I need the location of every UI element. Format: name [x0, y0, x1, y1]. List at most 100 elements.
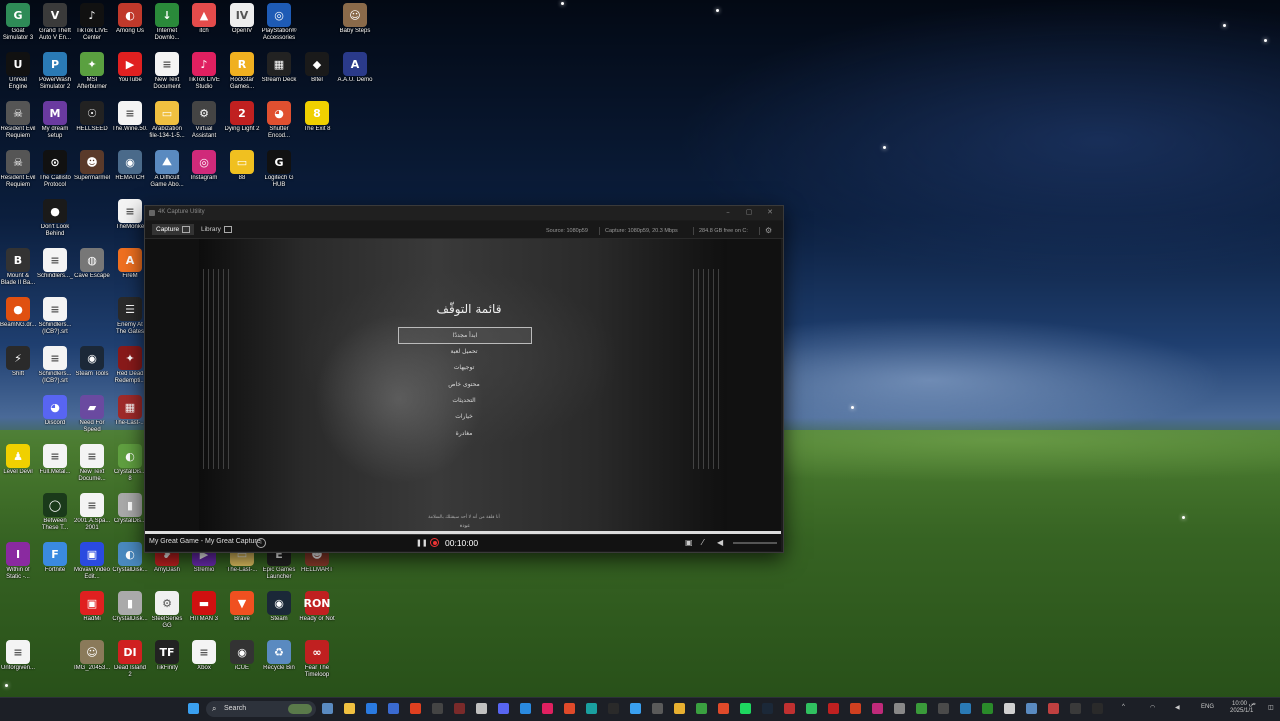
taskbar-app-icon[interactable]: [454, 703, 465, 714]
desktop-icon[interactable]: ◍ Cave Escape: [74, 248, 110, 280]
desktop-icon[interactable]: ☺ IMG_20453...: [74, 640, 110, 672]
taskbar-app-icon[interactable]: [652, 703, 663, 714]
taskbar-app-icon[interactable]: [344, 703, 355, 714]
taskbar-app-icon[interactable]: [410, 703, 421, 714]
info-icon[interactable]: i: [256, 538, 266, 548]
desktop-icon[interactable]: ≡ Xbox: [186, 640, 222, 672]
menu-item-load-game[interactable]: تحميل لعبة: [398, 346, 530, 357]
volume-slider[interactable]: [733, 542, 777, 544]
desktop-icon[interactable]: ▭ 88: [224, 150, 260, 182]
desktop-icon[interactable]: ≡ New Text Docume...: [74, 444, 110, 483]
desktop-icon[interactable]: P PowerWash Simulator 2: [37, 52, 73, 91]
tray-volume-icon[interactable]: ◀: [1175, 704, 1180, 711]
desktop-icon[interactable]: ◎ PlayStation® Accessories: [261, 3, 297, 42]
screenshot-icon[interactable]: ▣: [685, 538, 693, 547]
language-indicator[interactable]: ENG: [1201, 704, 1214, 710]
taskbar-app-icon[interactable]: [498, 703, 509, 714]
tab-capture[interactable]: Capture: [152, 224, 195, 235]
desktop-icon[interactable]: ☺ Baby Steps: [337, 3, 373, 35]
taskbar-app-icon[interactable]: [608, 703, 619, 714]
taskbar-app-icon[interactable]: [366, 703, 377, 714]
window-titlebar[interactable]: 4K Capture Utility – ▢ ✕: [145, 206, 783, 220]
desktop-icon[interactable]: ≡ TheMonke: [112, 199, 148, 231]
desktop-icon[interactable]: A FireM: [112, 248, 148, 280]
desktop-icon[interactable]: ▦ The-Last-...: [112, 395, 148, 427]
recording-name[interactable]: My Great Game - My Great Capture: [149, 538, 261, 545]
desktop-icon[interactable]: ⚙ SteelSeries GG: [149, 591, 185, 630]
desktop-icon[interactable]: ▮ CrystalDis...: [112, 493, 148, 525]
taskbar-app-icon[interactable]: [1048, 703, 1059, 714]
taskbar-app-icon[interactable]: [696, 703, 707, 714]
taskbar-app-icon[interactable]: [476, 703, 487, 714]
menu-item-special-content[interactable]: محتوى خاص: [398, 379, 530, 390]
desktop-icon[interactable]: ≡ New Text Document: [149, 52, 185, 91]
taskbar-app-icon[interactable]: [872, 703, 883, 714]
clock-time[interactable]: ص 10:00: [1232, 700, 1256, 707]
recording-progress-bar[interactable]: [145, 531, 781, 534]
maximize-icon[interactable]: ▢: [742, 208, 756, 218]
desktop-icon[interactable]: G Goat Simulator 3: [0, 3, 36, 42]
desktop-icon[interactable]: ↓ Internet Downlo...: [149, 3, 185, 42]
desktop-icon[interactable]: ◕ Shutter Encod...: [261, 101, 297, 140]
menu-item-restart[interactable]: ابدأ مجددًا: [398, 327, 532, 344]
notifications-icon[interactable]: ◫: [1268, 704, 1274, 711]
desktop-icon[interactable]: I Within of Static -...: [0, 542, 36, 581]
taskbar-app-icon[interactable]: [1026, 703, 1037, 714]
desktop-icon[interactable]: ◐ CrystalDis... 8: [112, 444, 148, 483]
capture-utility-window[interactable]: 4K Capture Utility – ▢ ✕ Capture Library…: [144, 205, 784, 553]
desktop-icon[interactable]: ☠ Resident Evil Requiem: [0, 101, 36, 140]
taskbar-app-icon[interactable]: [1070, 703, 1081, 714]
desktop-icon[interactable]: ▦ Stream Deck: [261, 52, 297, 84]
desktop-icon[interactable]: ☻ Supermarmel: [74, 150, 110, 182]
desktop-icon[interactable]: ☠ Resident Evil Requiem: [0, 150, 36, 189]
menu-item-updates[interactable]: التحديثات: [398, 395, 530, 406]
taskbar-app-icon[interactable]: [542, 703, 553, 714]
taskbar-app-icon[interactable]: [586, 703, 597, 714]
minimize-icon[interactable]: –: [721, 208, 735, 218]
desktop-icon[interactable]: ☰ Enemy At The Gates: [112, 297, 148, 336]
taskbar-app-icon[interactable]: [388, 703, 399, 714]
desktop-icon[interactable]: ✦ Red Dead Redempti...: [112, 346, 148, 385]
desktop-icon[interactable]: IV OpenIV: [224, 3, 260, 35]
tab-library[interactable]: Library: [197, 224, 236, 235]
taskbar-app-icon[interactable]: [520, 703, 531, 714]
desktop-icon[interactable]: ⛰ A Difficult Game Abo...: [149, 150, 185, 189]
desktop-icon[interactable]: ◉ iCUE: [224, 640, 260, 672]
desktop-icon[interactable]: ◯ Between These T...: [37, 493, 73, 532]
desktop-icon[interactable]: ● BeamNG.dr...: [0, 297, 36, 329]
menu-item-directions[interactable]: توجيهات: [398, 362, 530, 373]
desktop-icon[interactable]: R Rockstar Games...: [224, 52, 260, 91]
desktop-icon[interactable]: ☉ HELLSEED: [74, 101, 110, 133]
desktop-icon[interactable]: ✦ MSI Afterburner: [74, 52, 110, 91]
tray-network-icon[interactable]: ◠: [1150, 704, 1155, 711]
desktop-icon[interactable]: ▼ Brave: [224, 591, 260, 623]
mic-off-icon[interactable]: ⁄: [702, 538, 703, 547]
desktop-icon[interactable]: ◐ CrystalDisk...: [112, 542, 148, 574]
taskbar-app-icon[interactable]: [740, 703, 751, 714]
taskbar-app-icon[interactable]: [894, 703, 905, 714]
desktop-icon[interactable]: ≡ Full.Metal...: [37, 444, 73, 476]
pause-button[interactable]: ❚❚: [416, 539, 428, 547]
desktop-icon[interactable]: 2 Dying Light 2: [224, 101, 260, 133]
desktop-icon[interactable]: ∞ Fear The Timeloop: [299, 640, 335, 679]
desktop-icon[interactable]: ≡ 2001.A.Spa... 2001: [74, 493, 110, 532]
desktop-icon[interactable]: ▰ Need For Speed: [74, 395, 110, 434]
search-box[interactable]: ⌕ Search: [206, 701, 316, 717]
desktop-icon[interactable]: ♻ Recycle Bin: [261, 640, 297, 672]
desktop-icon[interactable]: ▲ itch: [186, 3, 222, 35]
desktop-icon[interactable]: ◉ Steam: [261, 591, 297, 623]
desktop-icon[interactable]: ≡ Unforgiven...: [0, 640, 36, 672]
menu-item-quit[interactable]: مغادرة: [398, 428, 530, 439]
desktop-icon[interactable]: ⚡ Shift: [0, 346, 36, 378]
desktop-icon[interactable]: ≡ Schindlers... (ICB?).srt: [37, 346, 73, 385]
desktop-icon[interactable]: ◕ Discord: [37, 395, 73, 427]
desktop-icon[interactable]: M My dream setup: [37, 101, 73, 140]
taskbar-app-icon[interactable]: [630, 703, 641, 714]
desktop-icon[interactable]: ◉ REMATCH: [112, 150, 148, 182]
tray-chevron-icon[interactable]: ^: [1122, 704, 1125, 710]
desktop-icon[interactable]: ♟ Level Devil: [0, 444, 36, 476]
taskbar-app-icon[interactable]: [674, 703, 685, 714]
desktop-icon[interactable]: U Unreal Engine: [0, 52, 36, 91]
start-icon[interactable]: [188, 703, 199, 714]
desktop-icon[interactable]: ▬ HITMAN 3: [186, 591, 222, 623]
